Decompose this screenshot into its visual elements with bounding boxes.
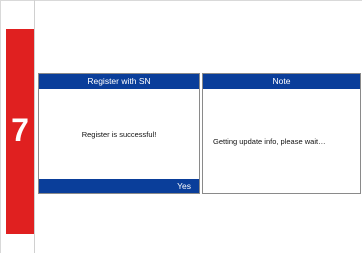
page-top-border bbox=[0, 0, 362, 1]
register-dialog-title: Register with SN bbox=[39, 74, 199, 89]
page-left-border bbox=[0, 0, 1, 253]
note-dialog-body: Getting update info, please wait… bbox=[203, 89, 360, 193]
register-dialog: Register with SN Register is successful!… bbox=[38, 73, 200, 194]
yes-button[interactable]: Yes bbox=[39, 179, 199, 193]
note-dialog-message: Getting update info, please wait… bbox=[213, 136, 326, 146]
note-dialog: Note Getting update info, please wait… bbox=[202, 73, 361, 194]
note-dialog-title: Note bbox=[203, 74, 360, 89]
step-number: 7 bbox=[11, 112, 29, 148]
margin-divider bbox=[34, 0, 35, 253]
register-dialog-body: Register is successful! bbox=[39, 89, 199, 179]
register-dialog-message: Register is successful! bbox=[81, 129, 157, 139]
